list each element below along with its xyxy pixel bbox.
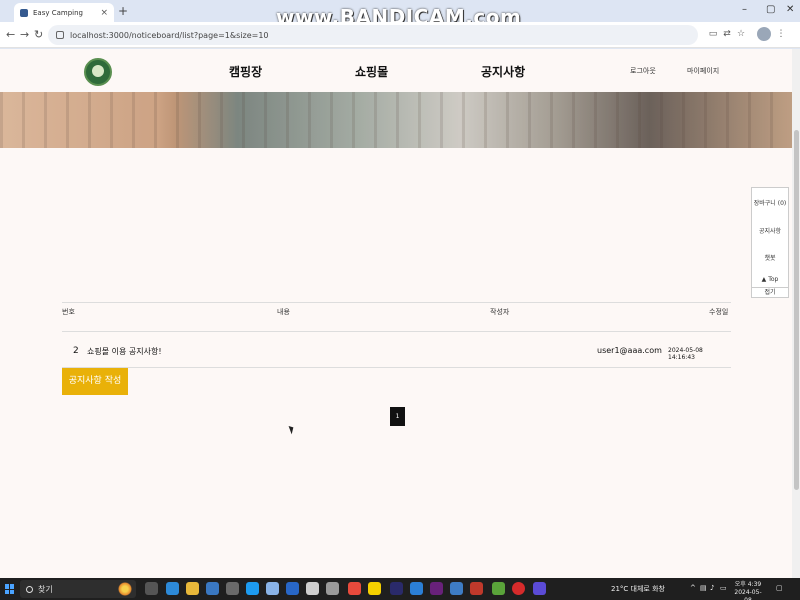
col-content: 내용 — [277, 308, 290, 316]
app-icon-7[interactable] — [286, 582, 299, 595]
app-icon-15[interactable] — [450, 582, 463, 595]
address-bar[interactable]: localhost:3000/noticeboard/list?page=1&s… — [48, 25, 698, 45]
reload-icon[interactable]: ↻ — [34, 28, 43, 41]
quick-notice-link[interactable]: 공지사항 — [752, 226, 788, 235]
minimize-button[interactable]: – — [742, 4, 747, 15]
quick-menu-panel: 장바구니 (0) 공지사항 챗봇 ▲ Top — [751, 187, 789, 297]
vscode-icon[interactable] — [410, 582, 423, 595]
app-icon-16[interactable] — [470, 582, 483, 595]
write-notice-button[interactable]: 공지사항 작성 — [62, 368, 128, 395]
network-icon[interactable]: ▤ — [700, 584, 707, 592]
store-icon[interactable] — [226, 582, 239, 595]
quick-cart-link[interactable]: 장바구니 (0) — [752, 198, 788, 207]
quick-fold-button[interactable]: 접기 — [751, 287, 789, 298]
browser-tab[interactable]: Easy Camping × — [14, 3, 114, 22]
visual-studio-icon[interactable] — [430, 582, 443, 595]
search-highlight-icon — [118, 582, 132, 596]
windows-taskbar: 찾기 21°C 대체로 화창 ^ ▤ ♪ ▭ 오후 4:39 2024-05-0… — [0, 578, 800, 600]
maximize-button[interactable]: ▢ — [766, 4, 775, 15]
clock-time: 오후 4:39 — [734, 581, 762, 588]
profile-avatar[interactable] — [757, 27, 771, 41]
battery-icon[interactable]: ▭ — [720, 584, 727, 592]
translate-icon[interactable]: ⇄ — [722, 29, 732, 39]
notification-icon[interactable]: ▢ — [776, 584, 783, 592]
col-author: 작성자 — [490, 308, 510, 316]
clock-date: 2024-05-08 — [734, 589, 762, 600]
tab-title: Easy Camping — [33, 8, 83, 17]
nav-notice[interactable]: 공지사항 — [481, 63, 525, 80]
taskbar-clock[interactable]: 오후 4:39 2024-05-08 — [733, 581, 763, 600]
taskbar-search-placeholder: 찾기 — [38, 584, 53, 594]
search-icon — [26, 585, 33, 593]
app-icon-8[interactable] — [306, 582, 319, 595]
new-tab-button[interactable]: + — [118, 4, 128, 18]
site-favicon-icon — [20, 8, 28, 17]
close-window-button[interactable]: ✕ — [786, 4, 794, 15]
nav-campsite[interactable]: 캠핑장 — [229, 63, 262, 80]
address-url[interactable]: localhost:3000/noticeboard/list?page=1&s… — [70, 31, 269, 40]
site-header: 캠핑장 쇼핑몰 공지사항 로그아웃 마이페이지 — [0, 49, 792, 92]
tab-close-icon[interactable]: × — [100, 8, 108, 18]
bookmark-star-icon[interactable]: ☆ — [736, 29, 746, 39]
taskbar-search[interactable]: 찾기 — [20, 580, 136, 598]
menu-kebab-icon[interactable]: ⋮ — [776, 29, 786, 39]
nav-shopping-mall[interactable]: 쇼핑몰 — [355, 63, 388, 80]
back-arrow-icon[interactable]: ← — [6, 28, 15, 41]
col-modified-date: 수정일 — [709, 308, 729, 316]
row-content-link[interactable]: 쇼핑몰 이용 공지사항! — [87, 346, 162, 357]
app-icon-19[interactable] — [533, 582, 546, 595]
app-icon-6[interactable] — [266, 582, 279, 595]
mypage-link[interactable]: 마이페이지 — [687, 66, 719, 76]
site-logo[interactable] — [84, 58, 112, 86]
col-number: 번호 — [62, 308, 75, 316]
row-number: 2 — [73, 346, 79, 356]
browser-toolbar: ← → ↻ localhost:3000/noticeboard/list?pa… — [0, 22, 800, 48]
twitter-icon[interactable] — [246, 582, 259, 595]
cast-icon[interactable]: ▭ — [708, 29, 718, 39]
mouse-cursor-icon — [288, 424, 296, 435]
tray-chevron-icon[interactable]: ^ — [690, 584, 696, 592]
logout-link[interactable]: 로그아웃 — [630, 66, 656, 76]
browser-tabstrip: Easy Camping × + www.BANDICAM.com – ▢ ✕ — [0, 0, 800, 29]
volume-icon[interactable]: ♪ — [710, 584, 714, 592]
quick-top-button[interactable]: ▲ Top — [752, 276, 788, 283]
mail-icon[interactable] — [206, 582, 219, 595]
scrollbar-thumb[interactable] — [794, 130, 799, 490]
table-row[interactable]: 2 쇼핑몰 이용 공지사항! user1@aaa.com 2024-05-08 … — [62, 332, 731, 368]
row-date: 2024-05-08 14:16:43 — [668, 347, 703, 361]
weather-widget[interactable]: 21°C 대체로 화창 — [611, 584, 665, 594]
chrome-icon[interactable] — [348, 582, 361, 595]
row-author: user1@aaa.com — [597, 346, 662, 355]
record-icon[interactable] — [512, 582, 525, 595]
web-page: 캠핑장 쇼핑몰 공지사항 로그아웃 마이페이지 장바구니 (0) 공지사항 챗봇… — [0, 49, 792, 578]
app-icon-12[interactable] — [390, 582, 403, 595]
calculator-icon[interactable] — [326, 582, 339, 595]
kakaotalk-icon[interactable] — [368, 582, 381, 595]
pagination-page-1[interactable]: 1 — [390, 407, 405, 426]
windows-start-icon[interactable] — [5, 584, 15, 594]
app-icon-17[interactable] — [492, 582, 505, 595]
forward-arrow-icon[interactable]: → — [20, 28, 29, 41]
notice-table-header: 번호 내용 작성자 수정일 — [62, 302, 731, 332]
file-explorer-icon[interactable] — [186, 582, 199, 595]
task-view-icon[interactable] — [145, 582, 158, 595]
hero-banner-image — [0, 92, 792, 148]
edge-icon[interactable] — [166, 582, 179, 595]
quick-chatbot-link[interactable]: 챗봇 — [752, 253, 788, 262]
site-info-icon[interactable] — [56, 31, 64, 39]
